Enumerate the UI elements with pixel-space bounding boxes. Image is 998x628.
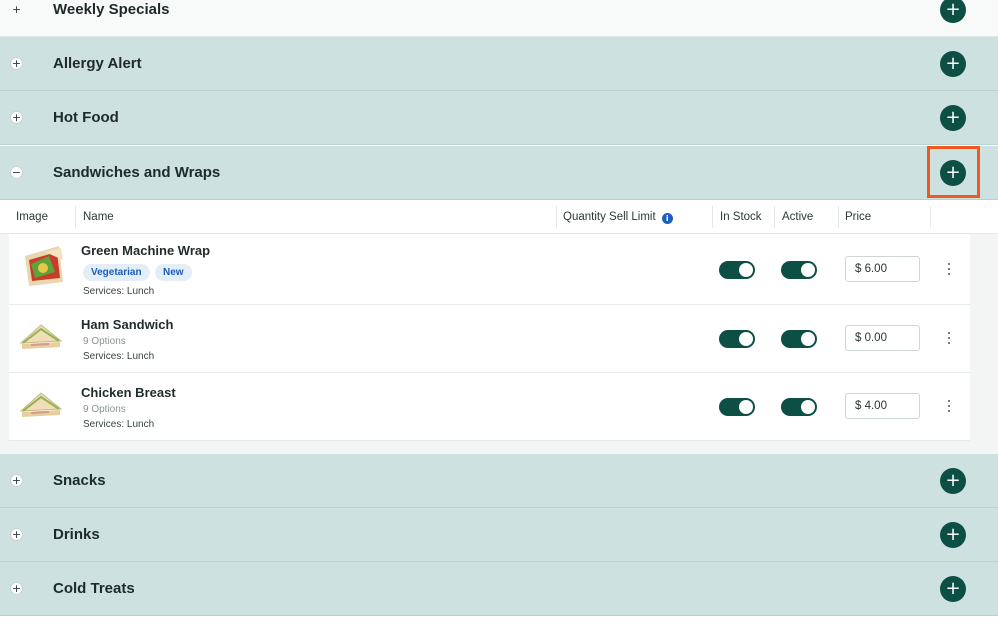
sandwich-thumbnail-image: [19, 392, 63, 417]
section-allergy-alert[interactable]: + Allergy Alert +: [0, 37, 998, 91]
highlight-box: [927, 146, 980, 198]
more-options-icon[interactable]: [945, 331, 953, 345]
in-stock-toggle[interactable]: [719, 330, 755, 348]
table-row[interactable]: Chicken Breast 9 Options Services: Lunch…: [9, 373, 970, 441]
section-title: Drinks: [53, 526, 100, 543]
section-title: Snacks: [53, 472, 106, 489]
add-item-button[interactable]: +: [940, 521, 966, 548]
tag-vegetarian: Vegetarian: [83, 264, 150, 281]
item-name[interactable]: Ham Sandwich: [81, 317, 173, 332]
expand-toggle-icon[interactable]: +: [10, 57, 23, 70]
item-name[interactable]: Green Machine Wrap: [81, 243, 210, 258]
section-title: Allergy Alert: [53, 55, 142, 72]
column-divider: [774, 206, 775, 228]
active-toggle[interactable]: [781, 261, 817, 279]
header-quantity-limit-label: Quantity Sell Limit: [563, 211, 656, 223]
collapse-toggle-icon[interactable]: −: [10, 166, 23, 179]
table-row[interactable]: Green Machine Wrap Vegetarian New Servic…: [9, 234, 970, 305]
price-input[interactable]: $ 4.00: [845, 393, 920, 419]
expand-toggle-icon[interactable]: +: [10, 111, 23, 124]
column-divider: [930, 206, 931, 228]
item-services: Services: Lunch: [83, 419, 155, 430]
add-item-button[interactable]: +: [940, 575, 966, 602]
sandwich-thumbnail-image: [19, 324, 63, 349]
wrap-thumbnail-image: [25, 246, 63, 286]
column-divider: [712, 206, 713, 228]
add-item-button[interactable]: +: [940, 0, 966, 23]
add-item-button[interactable]: +: [940, 467, 966, 494]
table-row[interactable]: Ham Sandwich 9 Options Services: Lunch $…: [9, 305, 970, 373]
tag-new: New: [155, 264, 192, 281]
add-item-button[interactable]: +: [940, 50, 966, 77]
price-input[interactable]: $ 6.00: [845, 256, 920, 282]
expand-toggle-icon[interactable]: +: [10, 3, 23, 16]
header-name: Name: [83, 211, 114, 223]
header-image: Image: [16, 211, 48, 223]
item-options: 9 Options: [83, 336, 126, 347]
section-title: Hot Food: [53, 109, 119, 126]
header-in-stock: In Stock: [720, 211, 762, 223]
section-snacks[interactable]: + Snacks +: [0, 454, 998, 508]
section-hot-food[interactable]: + Hot Food +: [0, 91, 998, 145]
section-title: Cold Treats: [53, 580, 135, 597]
column-divider: [838, 206, 839, 228]
item-services: Services: Lunch: [83, 351, 155, 362]
table-header: Image Name Quantity Sell Limit i In Stock…: [0, 200, 998, 234]
section-weekly-specials[interactable]: + Weekly Specials +: [0, 0, 998, 37]
add-item-button[interactable]: +: [940, 104, 966, 131]
item-options: 9 Options: [83, 404, 126, 415]
item-services: Services: Lunch: [83, 286, 155, 297]
more-options-icon[interactable]: [945, 399, 953, 413]
active-toggle[interactable]: [781, 330, 817, 348]
section-cold-treats[interactable]: + Cold Treats +: [0, 562, 998, 616]
expand-toggle-icon[interactable]: +: [10, 528, 23, 541]
item-name[interactable]: Chicken Breast: [81, 385, 176, 400]
info-icon[interactable]: i: [661, 213, 673, 224]
expand-toggle-icon[interactable]: +: [10, 582, 23, 595]
expand-toggle-icon[interactable]: +: [10, 474, 23, 487]
section-sandwiches-and-wraps[interactable]: − Sandwiches and Wraps +: [0, 146, 998, 200]
column-divider: [556, 206, 557, 228]
header-active: Active: [782, 211, 814, 223]
price-input[interactable]: $ 0.00: [845, 325, 920, 351]
section-title: Weekly Specials: [53, 1, 170, 18]
section-title: Sandwiches and Wraps: [53, 164, 221, 181]
in-stock-toggle[interactable]: [719, 261, 755, 279]
header-quantity-limit: Quantity Sell Limit i: [563, 211, 673, 224]
items-panel: Image Name Quantity Sell Limit i In Stock…: [0, 200, 998, 454]
active-toggle[interactable]: [781, 398, 817, 416]
more-options-icon[interactable]: [945, 262, 953, 276]
section-drinks[interactable]: + Drinks +: [0, 508, 998, 562]
column-divider: [75, 206, 76, 228]
header-price: Price: [845, 211, 872, 223]
in-stock-toggle[interactable]: [719, 398, 755, 416]
